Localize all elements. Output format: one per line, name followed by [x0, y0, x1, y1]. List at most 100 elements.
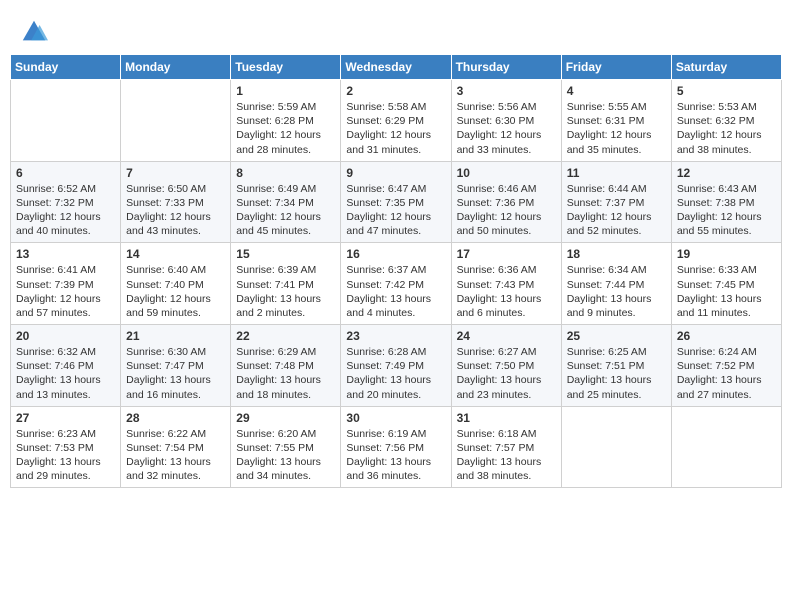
day-info: Sunrise: 6:27 AMSunset: 7:50 PMDaylight:…	[457, 345, 556, 402]
day-info: Sunrise: 6:49 AMSunset: 7:34 PMDaylight:…	[236, 182, 335, 239]
day-number: 22	[236, 329, 335, 343]
day-number: 6	[16, 166, 115, 180]
calendar-cell: 5 Sunrise: 5:53 AMSunset: 6:32 PMDaylight…	[671, 80, 781, 162]
calendar-cell: 19 Sunrise: 6:33 AMSunset: 7:45 PMDayligh…	[671, 243, 781, 325]
calendar-cell: 23 Sunrise: 6:28 AMSunset: 7:49 PMDayligh…	[341, 325, 451, 407]
day-number: 27	[16, 411, 115, 425]
day-number: 26	[677, 329, 776, 343]
calendar-cell	[561, 406, 671, 488]
day-info: Sunrise: 5:59 AMSunset: 6:28 PMDaylight:…	[236, 100, 335, 157]
day-info: Sunrise: 6:44 AMSunset: 7:37 PMDaylight:…	[567, 182, 666, 239]
day-info: Sunrise: 6:28 AMSunset: 7:49 PMDaylight:…	[346, 345, 445, 402]
day-info: Sunrise: 6:24 AMSunset: 7:52 PMDaylight:…	[677, 345, 776, 402]
day-number: 10	[457, 166, 556, 180]
calendar-header: SundayMondayTuesdayWednesdayThursdayFrid…	[11, 55, 782, 80]
calendar-cell: 1 Sunrise: 5:59 AMSunset: 6:28 PMDaylight…	[231, 80, 341, 162]
calendar-cell	[121, 80, 231, 162]
calendar-cell: 15 Sunrise: 6:39 AMSunset: 7:41 PMDayligh…	[231, 243, 341, 325]
calendar-cell: 2Sunrise: 5:58 AMSunset: 6:29 PMDaylight…	[341, 80, 451, 162]
calendar-cell: 14Sunrise: 6:40 AMSunset: 7:40 PMDayligh…	[121, 243, 231, 325]
calendar-cell: 21 Sunrise: 6:30 AMSunset: 7:47 PMDayligh…	[121, 325, 231, 407]
day-number: 7	[126, 166, 225, 180]
day-info: Sunrise: 5:55 AMSunset: 6:31 PMDaylight:…	[567, 100, 666, 157]
calendar-cell: 13 Sunrise: 6:41 AMSunset: 7:39 PMDayligh…	[11, 243, 121, 325]
day-info: Sunrise: 6:22 AMSunset: 7:54 PMDaylight:…	[126, 427, 225, 484]
day-info: Sunrise: 6:33 AMSunset: 7:45 PMDaylight:…	[677, 263, 776, 320]
calendar-table: SundayMondayTuesdayWednesdayThursdayFrid…	[10, 54, 782, 488]
calendar-cell: 12 Sunrise: 6:43 AMSunset: 7:38 PMDayligh…	[671, 161, 781, 243]
day-number: 2	[346, 84, 445, 98]
day-info: Sunrise: 6:37 AMSunset: 7:42 PMDaylight:…	[346, 263, 445, 320]
day-number: 13	[16, 247, 115, 261]
calendar-week-5: 27 Sunrise: 6:23 AMSunset: 7:53 PMDayligh…	[11, 406, 782, 488]
day-number: 20	[16, 329, 115, 343]
day-number: 17	[457, 247, 556, 261]
day-number: 25	[567, 329, 666, 343]
day-info: Sunrise: 6:25 AMSunset: 7:51 PMDaylight:…	[567, 345, 666, 402]
calendar-cell: 24 Sunrise: 6:27 AMSunset: 7:50 PMDayligh…	[451, 325, 561, 407]
day-number: 28	[126, 411, 225, 425]
day-info: Sunrise: 6:50 AMSunset: 7:33 PMDaylight:…	[126, 182, 225, 239]
calendar-cell: 22 Sunrise: 6:29 AMSunset: 7:48 PMDayligh…	[231, 325, 341, 407]
day-info: Sunrise: 6:36 AMSunset: 7:43 PMDaylight:…	[457, 263, 556, 320]
day-number: 29	[236, 411, 335, 425]
day-number: 19	[677, 247, 776, 261]
calendar-cell: 28 Sunrise: 6:22 AMSunset: 7:54 PMDayligh…	[121, 406, 231, 488]
day-number: 16	[346, 247, 445, 261]
calendar-cell: 6 Sunrise: 6:52 AMSunset: 7:32 PMDaylight…	[11, 161, 121, 243]
calendar-cell	[11, 80, 121, 162]
day-number: 11	[567, 166, 666, 180]
weekday-header-friday: Friday	[561, 55, 671, 80]
calendar-cell	[671, 406, 781, 488]
calendar-cell: 16 Sunrise: 6:37 AMSunset: 7:42 PMDayligh…	[341, 243, 451, 325]
calendar-cell: 29Sunrise: 6:20 AMSunset: 7:55 PMDayligh…	[231, 406, 341, 488]
day-info: Sunrise: 6:34 AMSunset: 7:44 PMDaylight:…	[567, 263, 666, 320]
calendar-cell: 11 Sunrise: 6:44 AMSunset: 7:37 PMDayligh…	[561, 161, 671, 243]
day-number: 23	[346, 329, 445, 343]
day-number: 4	[567, 84, 666, 98]
logo	[20, 18, 52, 46]
weekday-header-saturday: Saturday	[671, 55, 781, 80]
day-info: Sunrise: 6:32 AMSunset: 7:46 PMDaylight:…	[16, 345, 115, 402]
day-info: Sunrise: 5:56 AMSunset: 6:30 PMDaylight:…	[457, 100, 556, 157]
day-number: 8	[236, 166, 335, 180]
day-info: Sunrise: 6:39 AMSunset: 7:41 PMDaylight:…	[236, 263, 335, 320]
calendar-cell: 8 Sunrise: 6:49 AMSunset: 7:34 PMDaylight…	[231, 161, 341, 243]
weekday-row: SundayMondayTuesdayWednesdayThursdayFrid…	[11, 55, 782, 80]
day-info: Sunrise: 6:52 AMSunset: 7:32 PMDaylight:…	[16, 182, 115, 239]
calendar-cell: 25 Sunrise: 6:25 AMSunset: 7:51 PMDayligh…	[561, 325, 671, 407]
day-number: 3	[457, 84, 556, 98]
calendar-cell: 20 Sunrise: 6:32 AMSunset: 7:46 PMDayligh…	[11, 325, 121, 407]
day-number: 15	[236, 247, 335, 261]
weekday-header-wednesday: Wednesday	[341, 55, 451, 80]
day-number: 1	[236, 84, 335, 98]
calendar-week-4: 20 Sunrise: 6:32 AMSunset: 7:46 PMDayligh…	[11, 325, 782, 407]
calendar-week-2: 6 Sunrise: 6:52 AMSunset: 7:32 PMDaylight…	[11, 161, 782, 243]
day-number: 21	[126, 329, 225, 343]
day-info: Sunrise: 6:23 AMSunset: 7:53 PMDaylight:…	[16, 427, 115, 484]
day-number: 12	[677, 166, 776, 180]
day-number: 5	[677, 84, 776, 98]
weekday-header-sunday: Sunday	[11, 55, 121, 80]
calendar-cell: 26 Sunrise: 6:24 AMSunset: 7:52 PMDayligh…	[671, 325, 781, 407]
day-info: Sunrise: 6:47 AMSunset: 7:35 PMDaylight:…	[346, 182, 445, 239]
day-info: Sunrise: 6:30 AMSunset: 7:47 PMDaylight:…	[126, 345, 225, 402]
day-number: 31	[457, 411, 556, 425]
day-info: Sunrise: 5:53 AMSunset: 6:32 PMDaylight:…	[677, 100, 776, 157]
calendar-week-3: 13 Sunrise: 6:41 AMSunset: 7:39 PMDayligh…	[11, 243, 782, 325]
day-info: Sunrise: 6:29 AMSunset: 7:48 PMDaylight:…	[236, 345, 335, 402]
day-info: Sunrise: 6:43 AMSunset: 7:38 PMDaylight:…	[677, 182, 776, 239]
page-header	[10, 10, 782, 50]
calendar-cell: 10Sunrise: 6:46 AMSunset: 7:36 PMDayligh…	[451, 161, 561, 243]
weekday-header-tuesday: Tuesday	[231, 55, 341, 80]
calendar-cell: 3 Sunrise: 5:56 AMSunset: 6:30 PMDaylight…	[451, 80, 561, 162]
calendar-week-1: 1 Sunrise: 5:59 AMSunset: 6:28 PMDaylight…	[11, 80, 782, 162]
calendar-cell: 31 Sunrise: 6:18 AMSunset: 7:57 PMDayligh…	[451, 406, 561, 488]
day-info: Sunrise: 6:19 AMSunset: 7:56 PMDaylight:…	[346, 427, 445, 484]
day-number: 14	[126, 247, 225, 261]
day-info: Sunrise: 6:41 AMSunset: 7:39 PMDaylight:…	[16, 263, 115, 320]
calendar-cell: 9Sunrise: 6:47 AMSunset: 7:35 PMDaylight…	[341, 161, 451, 243]
day-info: Sunrise: 6:18 AMSunset: 7:57 PMDaylight:…	[457, 427, 556, 484]
calendar-body: 1 Sunrise: 5:59 AMSunset: 6:28 PMDaylight…	[11, 80, 782, 488]
day-number: 24	[457, 329, 556, 343]
